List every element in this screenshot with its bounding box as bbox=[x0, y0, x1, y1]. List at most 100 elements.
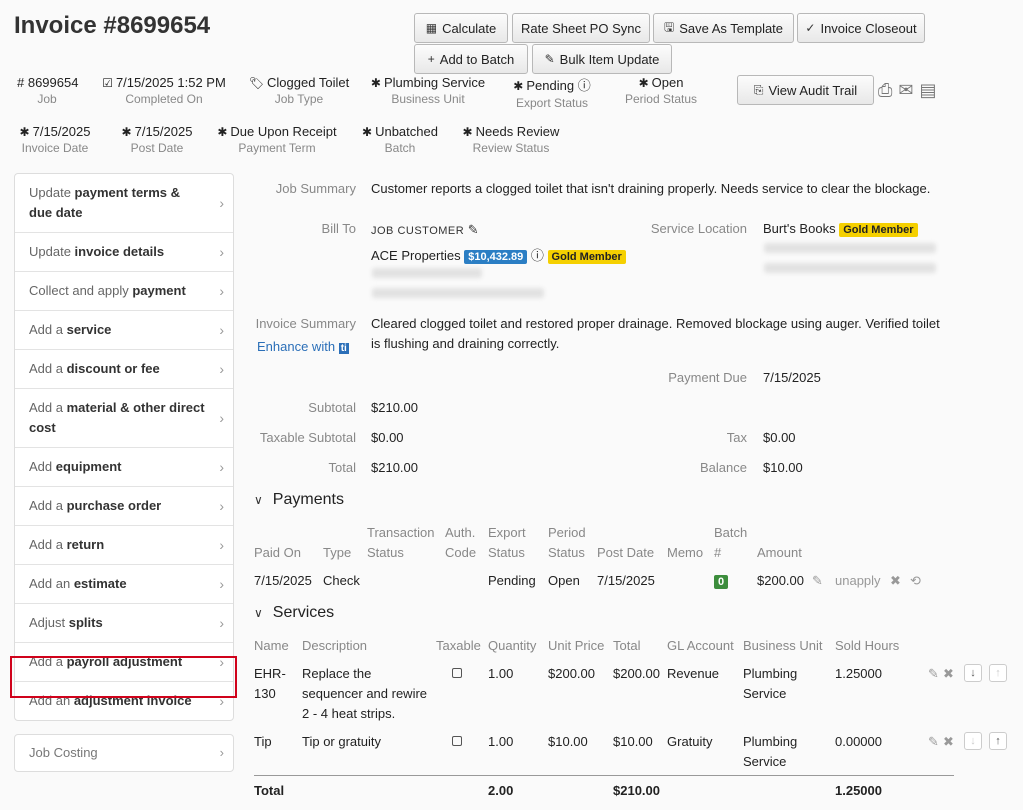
batch-badge: 0 bbox=[714, 575, 729, 589]
invoice-closeout-button[interactable]: ✓ Invoice Closeout bbox=[797, 13, 925, 43]
action-sidebar: Update payment terms & due date › Update i… bbox=[14, 173, 234, 721]
balance-badge: $10,432.89 bbox=[464, 250, 528, 264]
th-gl-account: GL Account bbox=[667, 638, 734, 653]
page-title: Invoice #8699654 bbox=[14, 12, 211, 39]
enhance-with-link[interactable]: Enhance with ti bbox=[257, 339, 349, 354]
th-total: Total bbox=[613, 638, 641, 653]
th-paid-on: Paid On bbox=[254, 545, 301, 560]
delete-icon[interactable]: ✖ bbox=[943, 732, 954, 752]
th-export-status: Export Status bbox=[488, 525, 526, 560]
invoice-summary-text-1: Cleared clogged toilet and restored prop… bbox=[371, 316, 940, 331]
meta-business-unit: ✱ Plumbing Service Business Unit bbox=[370, 75, 486, 106]
edit-icon[interactable]: ✎ bbox=[928, 664, 939, 684]
sidebar-item[interactable]: Add a discount or fee › bbox=[15, 350, 233, 389]
sidebar-item[interactable]: Update invoice details › bbox=[15, 233, 233, 272]
meta-job-type: 🏷 Clogged Toilet Job Type bbox=[248, 75, 350, 106]
sidebar-item[interactable]: Collect and apply payment › bbox=[15, 272, 233, 311]
th-memo: Memo bbox=[667, 545, 704, 560]
taxable-checkbox[interactable] bbox=[452, 732, 462, 752]
arrow-up-icon: ↑ bbox=[995, 667, 1001, 679]
arrow-down-icon: ↓ bbox=[970, 667, 976, 679]
meta-period-status: ✱ Open Period Status bbox=[624, 75, 698, 106]
sidebar-item[interactable]: Add equipment › bbox=[15, 448, 233, 487]
move-down-button[interactable]: ↓ bbox=[964, 664, 982, 682]
th-batch: Batch # bbox=[714, 525, 748, 560]
meta-post-date: ✱ 7/15/2025 Post Date bbox=[121, 124, 193, 155]
audit-icon: ⎘ bbox=[753, 82, 764, 97]
calculate-button[interactable]: ▦ Calculate bbox=[414, 13, 508, 43]
close-icon[interactable]: ✖ bbox=[890, 571, 901, 591]
th-name: Name bbox=[254, 638, 289, 653]
chevron-right-icon: › bbox=[219, 283, 224, 299]
bulk-update-button[interactable]: ✎ Bulk Item Update bbox=[532, 44, 672, 74]
chevron-right-icon: › bbox=[219, 195, 224, 211]
calculator-icon: ▦ bbox=[425, 21, 438, 35]
move-down-button[interactable]: ↓ bbox=[964, 732, 982, 750]
comment-icon[interactable]: ▤ bbox=[920, 80, 937, 101]
meta-batch: ✱ Unbatched Batch bbox=[362, 124, 438, 155]
taxable-checkbox[interactable] bbox=[452, 664, 462, 684]
checkbox-icon: ☑ bbox=[102, 76, 113, 90]
sidebar-item[interactable]: Adjust splits › bbox=[15, 604, 233, 643]
view-audit-trail-button[interactable]: ⎘ View Audit Trail bbox=[737, 75, 874, 105]
pencil-icon: ✎ bbox=[544, 52, 555, 66]
asterisk-icon: ✱ bbox=[362, 125, 373, 139]
meta-payment-term: ✱ Due Upon Receipt Payment Term bbox=[217, 124, 337, 155]
plus-icon: + bbox=[427, 52, 435, 66]
print-icon[interactable]: ⎙ bbox=[878, 80, 892, 101]
sidebar-item[interactable]: Add a purchase order › bbox=[15, 487, 233, 526]
sidebar-item[interactable]: Add an estimate › bbox=[15, 565, 233, 604]
service-location-label: Service Location bbox=[650, 221, 747, 236]
asterisk-icon: ✱ bbox=[638, 76, 649, 90]
meta-review-status: ✱ Needs Review Review Status bbox=[462, 124, 560, 155]
payments-section-toggle[interactable]: ∨ Payments bbox=[254, 491, 344, 509]
payment-due-label: Payment Due bbox=[668, 370, 747, 385]
job-costing-button[interactable]: Job Costing › bbox=[14, 734, 234, 772]
history-icon[interactable]: ⟲ bbox=[910, 571, 921, 591]
subtotal-label: Subtotal bbox=[308, 400, 356, 415]
meta-export-status: ✱ Pending ⓘ Export Status bbox=[513, 78, 591, 110]
tag-icon: 🏷 bbox=[248, 76, 265, 90]
sidebar-item[interactable]: Add a material & other direct cost › bbox=[15, 389, 233, 448]
taxable-subtotal-value: $0.00 bbox=[371, 430, 404, 445]
unapply-link[interactable]: unapply bbox=[835, 571, 881, 591]
highlight-box bbox=[10, 656, 237, 698]
move-up-button[interactable]: ↑ bbox=[989, 664, 1007, 682]
sidebar-item[interactable]: Add a return › bbox=[15, 526, 233, 565]
sidebar-item[interactable]: Update payment terms & due date › bbox=[15, 174, 233, 233]
gold-member-badge: Gold Member bbox=[547, 250, 626, 264]
th-period-status: Period Status bbox=[548, 525, 586, 560]
chevron-right-icon: › bbox=[219, 244, 224, 260]
chevron-right-icon: › bbox=[219, 410, 224, 426]
asterisk-icon: ✱ bbox=[217, 125, 228, 139]
asterisk-icon: ✱ bbox=[121, 125, 132, 139]
email-icon[interactable]: ✉ bbox=[898, 80, 913, 101]
services-section-toggle[interactable]: ∨ Services bbox=[254, 604, 334, 622]
edit-icon[interactable]: ✎ bbox=[928, 732, 939, 752]
bill-to-label: Bill To bbox=[321, 221, 356, 236]
check-icon: ✓ bbox=[805, 21, 816, 35]
move-up-button[interactable]: ↑ bbox=[989, 732, 1007, 750]
balance-label: Balance bbox=[700, 460, 747, 475]
chevron-right-icon: › bbox=[219, 459, 224, 475]
chevron-down-icon: ∨ bbox=[254, 606, 263, 620]
info-icon: ⓘ bbox=[530, 248, 544, 263]
sidebar-item[interactable]: Add a service › bbox=[15, 311, 233, 350]
arrow-down-icon: ↓ bbox=[970, 735, 976, 747]
payment-due-value: 7/15/2025 bbox=[763, 370, 821, 385]
redacted-address bbox=[372, 268, 482, 278]
delete-icon[interactable]: ✖ bbox=[943, 664, 954, 684]
th-transaction-status: Transaction Status bbox=[367, 525, 435, 560]
add-to-batch-button[interactable]: + Add to Batch bbox=[414, 44, 528, 74]
invoice-summary-label: Invoice Summary bbox=[255, 316, 356, 331]
tax-label: Tax bbox=[726, 430, 747, 445]
th-unit-price: Unit Price bbox=[548, 638, 605, 653]
pencil-icon[interactable]: ✎ bbox=[468, 222, 479, 237]
edit-payment-icon[interactable]: ✎ bbox=[812, 571, 823, 591]
th-auth-code: Auth. Code bbox=[445, 525, 477, 560]
rate-sheet-sync-button[interactable]: Rate Sheet PO Sync bbox=[512, 13, 650, 43]
taxable-subtotal-label: Taxable Subtotal bbox=[259, 430, 356, 445]
total-value: $210.00 bbox=[371, 460, 418, 475]
total-label: Total bbox=[328, 460, 356, 475]
save-template-button[interactable]: 🖫 Save As Template bbox=[653, 13, 794, 43]
